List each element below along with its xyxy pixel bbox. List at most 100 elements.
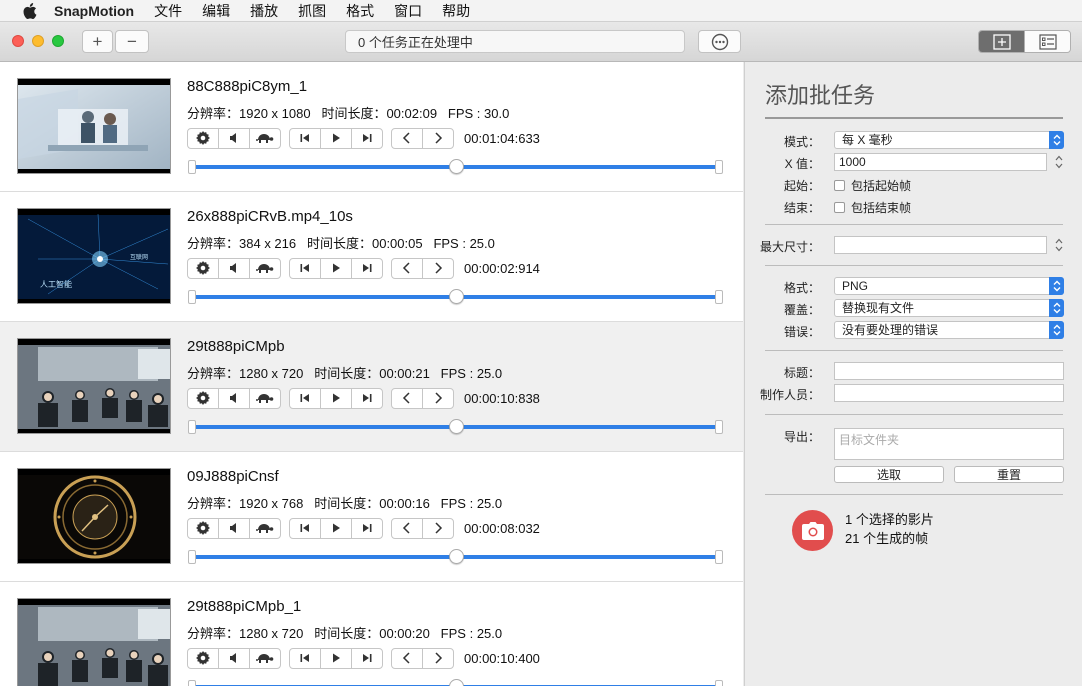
playhead-knob[interactable]: [448, 549, 464, 564]
next-frame-button[interactable]: [422, 647, 454, 669]
playback-slider[interactable]: [188, 159, 723, 174]
more-options-button[interactable]: [698, 30, 741, 53]
add-video-button[interactable]: +: [82, 30, 113, 53]
reset-button[interactable]: 重置: [954, 466, 1064, 483]
playhead-knob[interactable]: [448, 419, 464, 434]
go-to-end-button[interactable]: [351, 127, 383, 149]
go-to-end-button[interactable]: [351, 387, 383, 409]
slow-motion-button[interactable]: [249, 387, 281, 409]
go-to-start-button[interactable]: [289, 517, 321, 539]
out-point-handle[interactable]: [715, 550, 723, 564]
in-point-handle[interactable]: [188, 160, 196, 174]
in-point-handle[interactable]: [188, 550, 196, 564]
menu-edit[interactable]: 编辑: [202, 1, 230, 21]
in-point-handle[interactable]: [188, 290, 196, 304]
menu-play[interactable]: 播放: [250, 1, 278, 21]
out-point-handle[interactable]: [715, 160, 723, 174]
previous-frame-button[interactable]: [391, 647, 423, 669]
in-point-handle[interactable]: [188, 680, 196, 686]
menu-file[interactable]: 文件: [154, 1, 182, 21]
error-select[interactable]: 没有要处理的错误: [834, 321, 1064, 339]
play-button[interactable]: [320, 127, 352, 149]
menu-capture[interactable]: 抓图: [298, 1, 326, 21]
video-list-item[interactable]: 29t888piCMpb_1 分辨率：1280 x 720 时间长度：00:00…: [0, 582, 743, 686]
out-point-handle[interactable]: [715, 420, 723, 434]
choose-folder-button[interactable]: 选取: [834, 466, 944, 483]
playback-slider[interactable]: [188, 679, 723, 686]
playhead-knob[interactable]: [448, 289, 464, 304]
go-to-start-button[interactable]: [289, 257, 321, 279]
title-input[interactable]: [834, 362, 1064, 380]
play-button[interactable]: [320, 517, 352, 539]
previous-frame-button[interactable]: [391, 517, 423, 539]
video-list-item[interactable]: 09J888piCnsf 分辨率：1920 x 768 时间长度：00:00:1…: [0, 452, 743, 582]
next-frame-button[interactable]: [422, 517, 454, 539]
mute-button[interactable]: [218, 127, 250, 149]
next-frame-button[interactable]: [422, 387, 454, 409]
in-point-handle[interactable]: [188, 420, 196, 434]
go-to-end-button[interactable]: [351, 257, 383, 279]
menu-format[interactable]: 格式: [346, 1, 374, 21]
previous-frame-button[interactable]: [391, 127, 423, 149]
close-button[interactable]: [12, 35, 24, 47]
menu-window[interactable]: 窗口: [394, 1, 422, 21]
menu-help[interactable]: 帮助: [442, 1, 470, 21]
play-button[interactable]: [320, 387, 352, 409]
apple-icon[interactable]: [20, 2, 40, 19]
capture-frames-button[interactable]: [792, 510, 833, 551]
mute-button[interactable]: [218, 257, 250, 279]
settings-button[interactable]: [187, 127, 219, 149]
previous-frame-button[interactable]: [391, 387, 423, 409]
settings-button[interactable]: [187, 257, 219, 279]
mute-button[interactable]: [218, 387, 250, 409]
playback-slider[interactable]: [188, 419, 723, 434]
format-select[interactable]: PNG: [834, 277, 1064, 295]
go-to-start-button[interactable]: [289, 647, 321, 669]
playback-slider[interactable]: [188, 549, 723, 564]
next-frame-button[interactable]: [422, 257, 454, 279]
out-point-handle[interactable]: [715, 680, 723, 686]
export-folder-field[interactable]: 目标文件夹: [834, 428, 1064, 460]
x-value-input[interactable]: 1000: [834, 153, 1047, 171]
resolution-value: 1920 x 1080: [239, 106, 311, 121]
previous-frame-button[interactable]: [391, 257, 423, 279]
slow-motion-button[interactable]: [249, 517, 281, 539]
slow-motion-button[interactable]: [249, 127, 281, 149]
overwrite-select[interactable]: 替换现有文件: [834, 299, 1064, 317]
author-input[interactable]: [834, 384, 1064, 402]
settings-button[interactable]: [187, 517, 219, 539]
play-button[interactable]: [320, 257, 352, 279]
video-list-item[interactable]: 88C888piC8ym_1 分辨率：1920 x 1080 时间长度：00:0…: [0, 62, 743, 192]
out-point-handle[interactable]: [715, 290, 723, 304]
max-size-input[interactable]: [834, 236, 1047, 254]
remove-video-button[interactable]: −: [115, 30, 149, 53]
mute-button[interactable]: [218, 647, 250, 669]
playback-slider[interactable]: [188, 289, 723, 304]
video-list-item[interactable]: 人工智能 互联网 26x888piCRvB.mp4_10s 分辨率：384 x 2…: [0, 192, 743, 322]
zoom-button[interactable]: [52, 35, 64, 47]
next-frame-button[interactable]: [422, 127, 454, 149]
view-batch-button[interactable]: [979, 31, 1024, 52]
playhead-knob[interactable]: [448, 679, 464, 686]
slow-motion-button[interactable]: [249, 257, 281, 279]
max-size-stepper[interactable]: [1053, 236, 1064, 254]
go-to-start-button[interactable]: [289, 387, 321, 409]
minimize-button[interactable]: [32, 35, 44, 47]
include-start-checkbox[interactable]: 包括起始帧: [834, 177, 911, 194]
include-end-checkbox[interactable]: 包括结束帧: [834, 199, 911, 216]
play-button[interactable]: [320, 647, 352, 669]
go-to-end-button[interactable]: [351, 647, 383, 669]
speaker-icon: [230, 523, 236, 533]
go-to-end-button[interactable]: [351, 517, 383, 539]
slow-motion-button[interactable]: [249, 647, 281, 669]
video-list-item[interactable]: 29t888piCMpb 分辨率：1280 x 720 时间长度：00:00:2…: [0, 322, 743, 452]
mute-button[interactable]: [218, 517, 250, 539]
playhead-knob[interactable]: [448, 159, 464, 174]
menu-app-name[interactable]: SnapMotion: [54, 3, 134, 19]
mode-select[interactable]: 每 X 毫秒: [834, 131, 1064, 149]
go-to-start-button[interactable]: [289, 127, 321, 149]
settings-button[interactable]: [187, 387, 219, 409]
settings-button[interactable]: [187, 647, 219, 669]
view-list-button[interactable]: [1024, 31, 1070, 52]
x-value-stepper[interactable]: [1053, 153, 1064, 171]
